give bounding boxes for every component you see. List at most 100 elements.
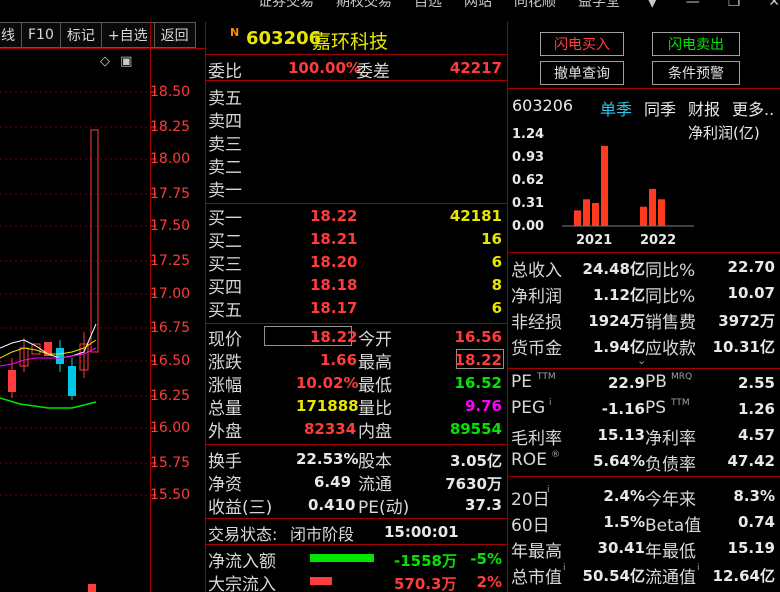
perf-label: Beta值 [645, 516, 702, 536]
finance-label: 销售费 [645, 313, 696, 333]
net-assets: 6.49 [314, 473, 352, 491]
kline-chart[interactable] [0, 48, 150, 592]
y-tick-label: 0.00 [512, 219, 544, 234]
cancel-order-query-button[interactable]: 撤单查询 [540, 61, 624, 85]
bid-price: 18.18 [310, 276, 358, 294]
expand-chevron-icon[interactable]: ⌄ [637, 354, 646, 367]
flash-sell-button[interactable]: 闪电卖出 [652, 32, 740, 56]
more-link[interactable]: 更多.. [732, 96, 774, 120]
flow-bar [310, 554, 374, 562]
perf-label: 年最低 [645, 542, 696, 562]
menu-item[interactable]: 益学堂 [578, 0, 620, 10]
f10-button[interactable]: F10 [21, 22, 60, 48]
weicha-label: 委差 [356, 62, 390, 82]
stats-row: 换手 22.53% 股本 3.05亿 [208, 447, 506, 472]
flow-value: 570.3万 [394, 575, 457, 592]
restore-icon[interactable]: ❐ [728, 0, 741, 10]
ask-5-label: 卖五 [208, 89, 242, 109]
quote-row: 外盘 82334 内盘 89554 [208, 417, 506, 442]
bid-row[interactable]: 买二 18.21 16 [208, 227, 506, 252]
finance-label: 应收款 [645, 339, 696, 359]
close-icon[interactable]: ✕ [768, 0, 780, 10]
stats-label: 股本 [358, 452, 392, 472]
net-profit-bar [592, 203, 599, 226]
net-profit-chart: 净利润(亿) 1.24 0.93 0.62 0.31 0.00 2021 202… [508, 118, 780, 250]
flow-pct: -5% [470, 550, 502, 568]
condition-alert-button[interactable]: 条件预警 [652, 61, 740, 85]
bid-row[interactable]: 买三 18.20 6 [208, 250, 506, 275]
net-profit-bar [658, 199, 665, 226]
info-icon[interactable]: i [563, 563, 566, 573]
price-axis: 18.50 18.25 18.00 17.75 17.50 17.25 17.0… [150, 48, 206, 592]
stats-row: 净资 6.49 流通 7630万 [208, 470, 506, 495]
bid-volume: 8 [491, 276, 502, 294]
ask-2-label: 卖二 [208, 158, 242, 178]
stats-label: 收益(三) [208, 498, 273, 518]
ratio-value: 15.13 [597, 426, 645, 444]
flow-label: 大宗流入 [208, 575, 276, 592]
quote-table: 现价 18.22 今开 16.56 涨跌 1.66 最高 18.22 涨幅 10… [208, 325, 506, 443]
flow-value: -1558万 [394, 552, 457, 570]
pin-icon[interactable]: ▼ [647, 0, 658, 10]
menu-item[interactable]: 期权交易 [336, 0, 392, 10]
tab-same-quarter[interactable]: 同季 [644, 96, 676, 120]
finance-value: 3972万 [718, 312, 775, 330]
top-menu: 证券交易 期权交易 自选 网站 同花顺 益学堂 [258, 0, 620, 10]
ask-3-label: 卖三 [208, 135, 242, 155]
turnover-rate: 22.53% [296, 450, 359, 468]
flash-buy-button[interactable]: 闪电买入 [540, 32, 624, 56]
bid-volume: 16 [481, 230, 502, 248]
chart-svg: 1.24 0.93 0.62 0.31 0.00 2021 2022 [512, 127, 694, 248]
bid-price: 18.20 [310, 253, 358, 271]
inner-volume: 89554 [449, 420, 502, 438]
finance-label: 非经损 [511, 313, 562, 333]
perf-label: 年最高 [511, 542, 562, 562]
open-price: 16.56 [454, 328, 502, 346]
perf-value: 30.41 [597, 539, 645, 557]
menu-item[interactable]: 同花顺 [514, 0, 556, 10]
quote-row: 涨幅 10.02% 最低 16.52 [208, 371, 506, 396]
high-price: 18.22 [454, 351, 502, 369]
menu-item[interactable]: 自选 [414, 0, 442, 10]
outer-volume: 82334 [304, 420, 357, 438]
flow-bar [310, 577, 332, 585]
perf-label: 今年来 [645, 490, 696, 510]
trade-status: 交易状态: 闭市阶段 15:00:01 [208, 521, 506, 544]
ratio-row: PE TTM 22.9 PB MRQ 2.55 [511, 372, 779, 398]
finance-label: 同比% [645, 261, 696, 281]
draw-line-button[interactable]: 画线 [0, 22, 21, 48]
finance-tabs: 603206 单季 同季 财报 更多.. [512, 96, 780, 120]
ratio-value: 47.42 [727, 452, 775, 470]
info-icon[interactable]: i [697, 563, 700, 573]
ratio-label: ROE [511, 450, 547, 470]
listing-badge: N [230, 26, 240, 39]
perf-label: 流通值 [645, 568, 696, 588]
finance-label: 同比% [645, 287, 696, 307]
net-profit-bar [640, 206, 647, 226]
quote-row: 现价 18.22 今开 16.56 [208, 325, 506, 350]
tab-single-quarter[interactable]: 单季 [600, 96, 632, 120]
float-shares: 7630万 [445, 475, 502, 493]
current-price: 18.22 [310, 328, 358, 346]
quote-label: 涨幅 [208, 376, 242, 396]
tab-report[interactable]: 财报 [688, 96, 720, 120]
finance-stock-code: 603206 [512, 96, 574, 115]
bid-row[interactable]: 买五 18.17 6 [208, 296, 506, 321]
weicha-value: 42217 [449, 59, 502, 77]
menu-item[interactable]: 证券交易 [258, 0, 314, 10]
back-button[interactable]: 返回 [153, 22, 196, 48]
minimize-icon[interactable]: — [686, 0, 700, 10]
ratio-value: -1.16 [601, 400, 645, 418]
info-icon[interactable]: i [547, 485, 550, 495]
finance-value: 10.31亿 [712, 338, 775, 356]
weibi-value: 100.00% [288, 59, 361, 77]
mark-button[interactable]: 标记 [59, 22, 101, 48]
ratio-label: 负债率 [645, 455, 696, 475]
bid-row[interactable]: 买四 18.18 8 [208, 273, 506, 298]
ratio-table: PE TTM 22.9 PB MRQ 2.55 PEG i -1.16 PS T… [511, 372, 779, 476]
bid-row[interactable]: 买一 18.22 42181 [208, 204, 506, 229]
ratio-value: 22.9 [607, 374, 645, 392]
quote-label: 量比 [358, 399, 392, 419]
menu-item[interactable]: 网站 [464, 0, 492, 10]
add-watchlist-button[interactable]: +自选 [100, 22, 154, 48]
